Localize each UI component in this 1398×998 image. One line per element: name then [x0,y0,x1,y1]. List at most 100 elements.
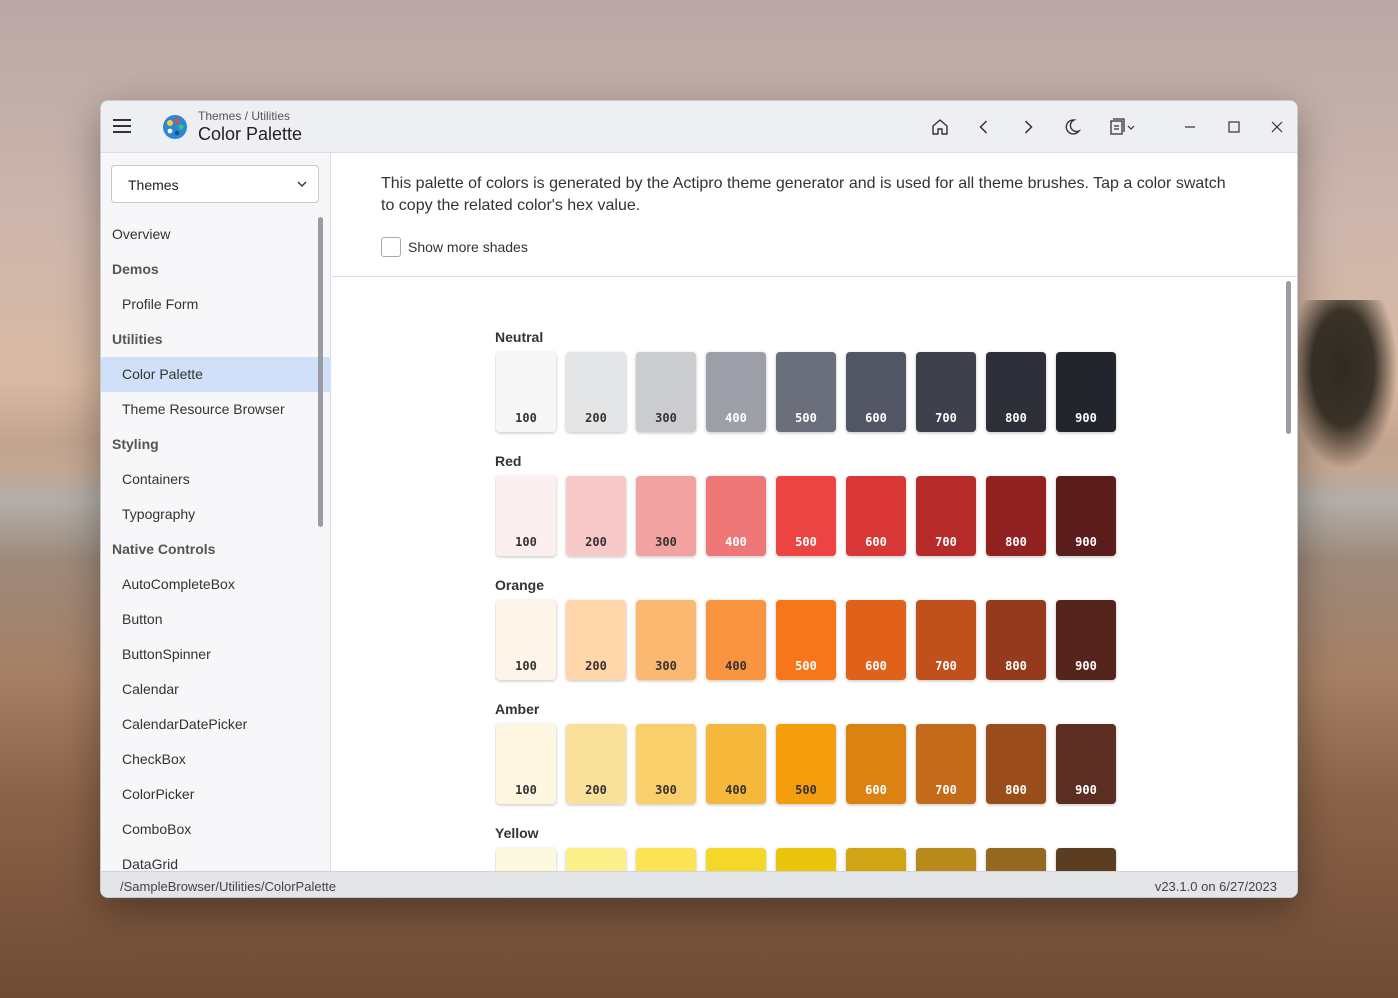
swatch-neutral-100[interactable]: 100 [496,352,556,432]
swatch-amber-100[interactable]: 100 [496,724,556,804]
swatch-yellow-500[interactable]: 500 [776,848,836,871]
close-icon[interactable] [1264,114,1290,140]
checkbox-label: Show more shades [408,239,528,255]
swatch-yellow-300[interactable]: 300 [636,848,696,871]
sidebar-group-utilities: Utilities [112,331,163,347]
status-version: v23.1.0 on 6/27/2023 [1154,879,1277,894]
swatch-yellow-800[interactable]: 800 [986,848,1046,871]
swatch-red-800[interactable]: 800 [986,476,1046,556]
sidebar-item-theme-resource-browser[interactable]: Theme Resource Browser [101,392,330,427]
swatch-neutral-400[interactable]: 400 [706,352,766,432]
swatch-amber-700[interactable]: 700 [916,724,976,804]
swatch-red-100[interactable]: 100 [496,476,556,556]
swatch-yellow-900[interactable]: 900 [1056,848,1116,871]
sidebar-item-calendar[interactable]: Calendar [101,672,330,707]
swatch-orange-100[interactable]: 100 [496,600,556,680]
sidebar-item-color-palette[interactable]: Color Palette [101,357,330,392]
palette-group-label-neutral: Neutral [495,329,544,345]
sidebar: Themes Overview Demos Profile Form Utilitie… [101,153,331,871]
sidebar-item-datagrid[interactable]: DataGrid [101,847,330,871]
swatch-orange-200[interactable]: 200 [566,600,626,680]
swatch-amber-200[interactable]: 200 [566,724,626,804]
status-bar: /SampleBrowser/Utilities/ColorPalette v2… [101,871,1297,897]
hamburger-menu-icon[interactable] [113,116,131,136]
swatch-neutral-500[interactable]: 500 [776,352,836,432]
sidebar-nav-list: Overview Demos Profile Form Utilities Color … [101,217,330,871]
swatch-orange-900[interactable]: 900 [1056,600,1116,680]
sidebar-group-native-controls: Native Controls [112,541,216,557]
sidebar-item-checkbox[interactable]: CheckBox [101,742,330,777]
swatch-neutral-700[interactable]: 700 [916,352,976,432]
swatch-amber-300[interactable]: 300 [636,724,696,804]
title-bar: Themes / Utilities Color Palette [101,101,1297,153]
page-title: Color Palette [198,124,303,144]
swatch-yellow-600[interactable]: 600 [846,848,906,871]
swatch-orange-500[interactable]: 500 [776,600,836,680]
content-scrollbar-thumb[interactable] [1286,281,1291,434]
swatch-orange-700[interactable]: 700 [916,600,976,680]
swatch-amber-600[interactable]: 600 [846,724,906,804]
color-palette: Neutral 100 200 300 400 500 600 700 800 900 Red 100… [495,329,1135,871]
checkbox-box[interactable] [381,237,401,257]
swatch-orange-600[interactable]: 600 [846,600,906,680]
forward-icon[interactable] [1015,114,1041,140]
sidebar-item-autocompletebox[interactable]: AutoCompleteBox [101,567,330,602]
sidebar-item-colorpicker[interactable]: ColorPicker [101,777,330,812]
palette-app-icon [163,115,187,139]
dark-mode-icon[interactable] [1059,114,1085,140]
sidebar-item-profile-form[interactable]: Profile Form [101,287,330,322]
swatch-orange-400[interactable]: 400 [706,600,766,680]
clipboard-menu-icon[interactable] [1105,114,1139,140]
palette-group-label-yellow: Yellow [495,825,539,841]
swatch-amber-800[interactable]: 800 [986,724,1046,804]
chevron-down-icon [297,181,307,187]
sidebar-group-styling: Styling [112,436,159,452]
main-content: This palette of colors is generated by t… [332,153,1297,871]
back-icon[interactable] [971,114,997,140]
swatch-orange-800[interactable]: 800 [986,600,1046,680]
swatch-orange-300[interactable]: 300 [636,600,696,680]
swatch-yellow-200[interactable]: 200 [566,848,626,871]
swatch-red-600[interactable]: 600 [846,476,906,556]
intro-text: This palette of colors is generated by t… [381,175,1226,214]
home-icon[interactable] [927,114,953,140]
sidebar-item-containers[interactable]: Containers [101,462,330,497]
swatch-neutral-800[interactable]: 800 [986,352,1046,432]
swatch-red-200[interactable]: 200 [566,476,626,556]
show-more-shades-checkbox[interactable]: Show more shades [381,236,528,258]
swatch-red-500[interactable]: 500 [776,476,836,556]
sidebar-item-buttonspinner[interactable]: ButtonSpinner [101,637,330,672]
swatch-amber-500[interactable]: 500 [776,724,836,804]
sidebar-scrollbar-thumb[interactable] [318,217,323,527]
sidebar-item-calendardatepicker[interactable]: CalendarDatePicker [101,707,330,742]
swatch-red-300[interactable]: 300 [636,476,696,556]
swatch-amber-900[interactable]: 900 [1056,724,1116,804]
sidebar-group-demos: Demos [112,261,159,277]
sidebar-item-button[interactable]: Button [101,602,330,637]
combobox-value: Themes [128,177,179,193]
breadcrumb: Themes / Utilities [198,109,291,123]
swatch-neutral-200[interactable]: 200 [566,352,626,432]
swatch-yellow-400[interactable]: 400 [706,848,766,871]
swatch-yellow-100[interactable]: 100 [496,848,556,871]
theme-category-combobox[interactable]: Themes [111,165,319,203]
maximize-icon[interactable] [1221,114,1247,140]
desktop-background-palm [1288,300,1398,470]
palette-group-label-red: Red [495,453,522,469]
swatch-red-400[interactable]: 400 [706,476,766,556]
sidebar-item-overview[interactable]: Overview [101,217,330,252]
sidebar-item-combobox[interactable]: ComboBox [101,812,330,847]
sidebar-item-typography[interactable]: Typography [101,497,330,532]
swatch-neutral-900[interactable]: 900 [1056,352,1116,432]
swatch-red-900[interactable]: 900 [1056,476,1116,556]
swatch-red-700[interactable]: 700 [916,476,976,556]
status-path: /SampleBrowser/Utilities/ColorPalette [120,879,337,894]
swatch-yellow-700[interactable]: 700 [916,848,976,871]
swatch-amber-400[interactable]: 400 [706,724,766,804]
swatch-neutral-600[interactable]: 600 [846,352,906,432]
app-window: Themes / Utilities Color Palette Themes [100,100,1298,898]
palette-group-label-amber: Amber [495,701,540,717]
minimize-icon[interactable] [1177,114,1203,140]
swatch-neutral-300[interactable]: 300 [636,352,696,432]
divider [332,276,1297,277]
